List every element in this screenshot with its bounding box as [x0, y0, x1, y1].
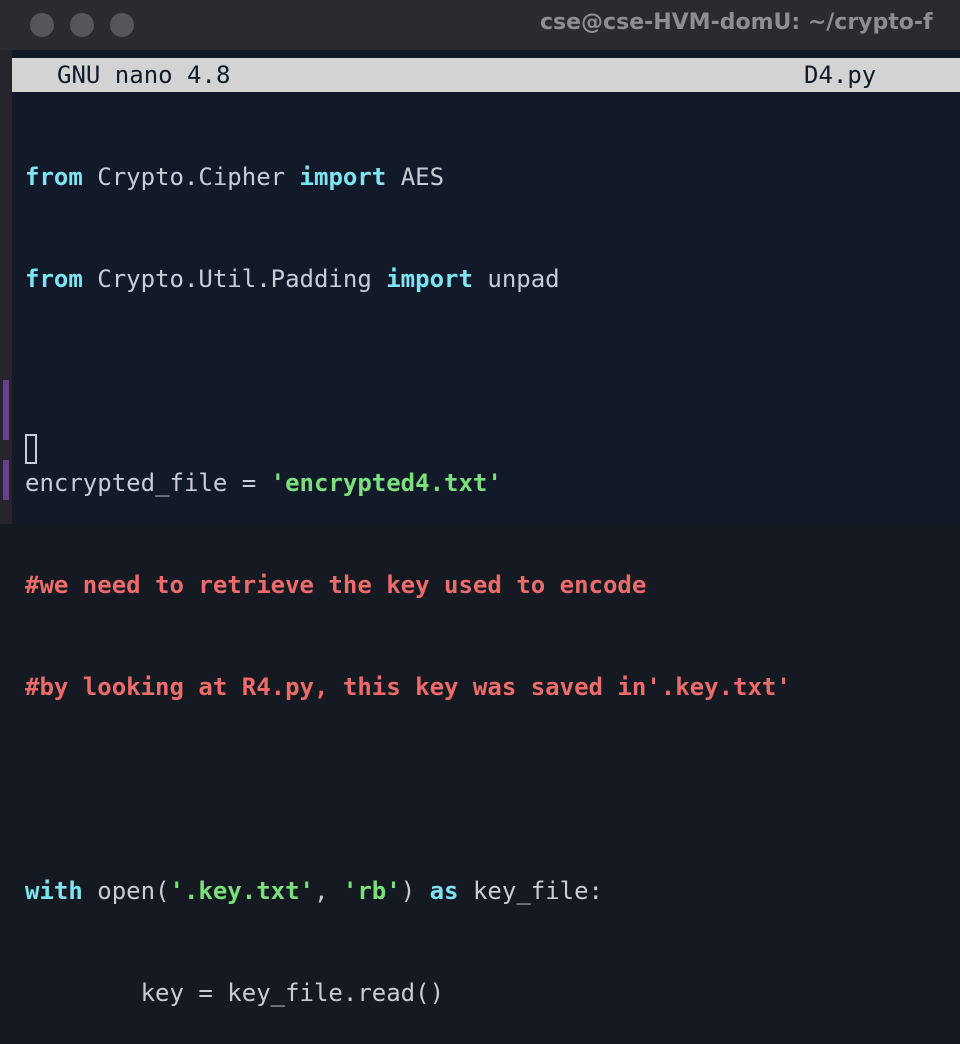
imported-name: unpad [472, 265, 560, 293]
window-titlebar: cse@cse-HVM-domU: ~/crypto-f [0, 0, 960, 51]
code-line-5: #we need to retrieve the key used to enc… [25, 568, 791, 602]
keyword: from [25, 163, 83, 191]
nano-title-bar: GNU nano 4.8 D4.py [12, 58, 960, 92]
zoom-window-button[interactable] [110, 13, 134, 37]
nano-filename: D4.py [804, 61, 877, 89]
string-literal: 'encrypted4.txt' [270, 469, 502, 497]
text-cursor [25, 434, 37, 464]
assignment: encrypted_file = [25, 469, 271, 497]
background-window-marker [3, 380, 9, 440]
keyword: from [25, 265, 83, 293]
function-call: open( [82, 877, 170, 905]
keyword: as [429, 877, 459, 905]
comment: #we need to retrieve the key used to enc… [25, 571, 647, 599]
code-line-1: from Crypto.Cipher import AES [25, 160, 791, 194]
keyword: with [25, 877, 83, 905]
close-window-button[interactable] [30, 13, 54, 37]
string-literal: 'rb' [342, 877, 401, 905]
identifier: key_file: [458, 877, 604, 905]
module-name: Crypto.Cipher [82, 163, 300, 191]
imported-name: AES [386, 163, 445, 191]
module-name: Crypto.Util.Padding [82, 265, 387, 293]
paren: ) [400, 877, 430, 905]
code-line-4: encrypted_file = 'encrypted4.txt' [25, 466, 791, 500]
window-title: cse@cse-HVM-domU: ~/crypto-f [540, 10, 933, 35]
keyword: import [386, 265, 473, 293]
code-line-9: key = key_file.read() [25, 976, 791, 1010]
keyword: import [299, 163, 387, 191]
code-editor[interactable]: from Crypto.Cipher import AES from Crypt… [25, 92, 791, 1044]
comment: #by looking at R4.py, this key was saved… [25, 673, 791, 701]
minimize-window-button[interactable] [70, 13, 94, 37]
code-line-8: with open('.key.txt', 'rb') as key_file: [25, 874, 791, 908]
string-literal: '.key.txt' [169, 877, 315, 905]
separator: , [314, 877, 343, 905]
statement: key = key_file.read() [25, 979, 445, 1007]
code-line-6: #by looking at R4.py, this key was saved… [25, 670, 791, 704]
background-window-edge [0, 50, 12, 524]
nano-version: GNU nano 4.8 [57, 61, 231, 89]
background-window-marker [3, 460, 9, 500]
code-line-2: from Crypto.Util.Padding import unpad [25, 262, 791, 296]
